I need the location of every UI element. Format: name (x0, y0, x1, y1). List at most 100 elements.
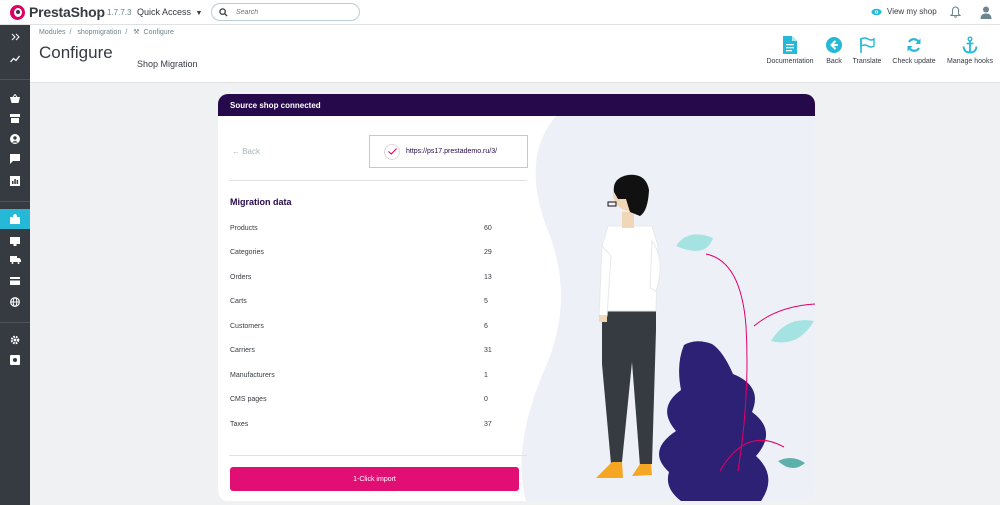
anchor-icon (962, 36, 978, 54)
stats-icon (10, 176, 20, 186)
migration-row-label: Manufacturers (230, 372, 275, 379)
one-click-import-button[interactable]: 1-Click import (230, 467, 519, 491)
globe-icon (10, 297, 20, 307)
breadcrumb-item[interactable]: shopmigration (77, 29, 121, 36)
migration-row-label: Taxes (230, 421, 249, 428)
shipping-icon (9, 256, 21, 264)
migration-row-label: Carriers (230, 347, 255, 354)
migration-card: Source shop connected ← Back https://ps1… (218, 94, 815, 501)
migration-row-value: 37 (484, 421, 492, 428)
divider (229, 455, 527, 456)
migration-row-value: 6 (484, 323, 488, 330)
divider (229, 180, 527, 181)
documentation-label: Documentation (766, 58, 814, 65)
wrench-icon: ⚒ (133, 29, 140, 36)
back-label: Back (826, 58, 842, 65)
person-illustration (521, 116, 815, 501)
sidebar-item-payment[interactable] (0, 271, 30, 291)
source-shop-url-box: https://ps17.prestademo.ru/3/ (369, 135, 528, 168)
brand-name: PrestaShop (29, 4, 105, 20)
collapse-icon (11, 33, 20, 41)
eye-icon (871, 8, 882, 15)
sidebar-item-international[interactable] (0, 292, 30, 312)
sidebar-item-stats[interactable] (0, 171, 30, 191)
sidebar-item-modules[interactable] (0, 209, 30, 229)
check-circle-icon (384, 143, 400, 160)
manage-hooks-label: Manage hooks (947, 58, 993, 65)
orders-icon (10, 93, 20, 103)
check-update-button[interactable]: Check update (890, 36, 938, 65)
sidebar-divider (0, 201, 30, 202)
caret-down-icon: ▼ (195, 10, 203, 17)
back-button[interactable]: Back (823, 36, 845, 65)
quick-access-label: Quick Access (137, 7, 192, 17)
migration-row-label: Orders (230, 274, 252, 281)
document-icon (783, 36, 797, 54)
sidebar-item-customers[interactable] (0, 129, 30, 149)
modules-icon (10, 214, 20, 224)
card-header: Source shop connected (218, 94, 815, 116)
view-my-shop-label: View my shop (887, 7, 937, 16)
manage-hooks-button[interactable]: Manage hooks (944, 36, 996, 65)
migration-row-value: 29 (484, 249, 492, 256)
bell-icon[interactable] (950, 6, 961, 18)
gear-icon (10, 335, 20, 345)
sidebar-item-advanced[interactable] (0, 350, 30, 370)
catalog-icon (10, 113, 20, 123)
sidebar-item-messages[interactable] (0, 149, 30, 169)
sidebar-item-design[interactable] (0, 231, 30, 251)
flag-icon (860, 37, 875, 53)
translate-button[interactable]: Translate (850, 36, 884, 65)
refresh-icon (907, 38, 921, 52)
migration-row-value: 5 (484, 298, 488, 305)
sidebar-item-settings[interactable] (0, 330, 30, 350)
migration-row-value: 1 (484, 372, 488, 379)
top-bar: PrestaShop 1.7.7.3 Quick Access ▼ View m… (0, 0, 1000, 25)
view-my-shop-link[interactable]: View my shop (871, 7, 937, 16)
migration-row-value: 0 (484, 396, 488, 403)
dashboard-icon (10, 55, 20, 63)
migration-row-label: CMS pages (230, 396, 267, 403)
sidebar-divider (0, 79, 30, 80)
sidebar (0, 25, 30, 505)
sidebar-item-orders[interactable] (0, 88, 30, 108)
search-input[interactable] (236, 8, 346, 16)
back-link[interactable]: ← Back (232, 147, 260, 156)
sidebar-divider (0, 322, 30, 323)
page-title: Configure (39, 43, 113, 62)
design-icon (10, 236, 20, 246)
prestashop-logo[interactable]: PrestaShop (10, 4, 105, 20)
user-icon[interactable] (979, 5, 993, 19)
arrow-left-circle-icon (826, 37, 842, 53)
breadcrumb-item: Configure (143, 29, 174, 36)
search-icon (219, 7, 228, 17)
search-box[interactable] (211, 3, 360, 21)
breadcrumb: Modules / shopmigration / ⚒ Configure (39, 29, 174, 36)
documentation-button[interactable]: Documentation (763, 36, 817, 65)
sidebar-item-dashboard[interactable] (0, 49, 30, 69)
migration-data-title: Migration data (230, 197, 292, 207)
payment-icon (10, 277, 20, 285)
migration-row-label: Customers (230, 323, 264, 330)
migration-row-value: 60 (484, 225, 492, 232)
source-shop-url: https://ps17.prestademo.ru/3/ (406, 148, 498, 155)
migration-row-label: Products (230, 225, 258, 232)
page-subtitle: Shop Migration (137, 59, 198, 69)
version-label: 1.7.7.3 (107, 8, 132, 17)
migration-row-label: Carts (230, 298, 247, 305)
collapse-menu-button[interactable] (0, 27, 30, 47)
advanced-settings-icon (10, 355, 20, 365)
quick-access-dropdown[interactable]: Quick Access ▼ (137, 7, 202, 17)
puffin-logo-icon (10, 4, 25, 20)
translate-label: Translate (852, 58, 882, 65)
breadcrumb-item[interactable]: Modules (39, 29, 65, 36)
sidebar-item-catalog[interactable] (0, 108, 30, 128)
page-header: Modules / shopmigration / ⚒ Configure Confi… (30, 25, 1000, 83)
sidebar-item-shipping[interactable] (0, 250, 30, 270)
messages-icon (10, 154, 20, 164)
customers-icon (10, 134, 20, 144)
check-update-label: Check update (892, 58, 936, 65)
migration-row-value: 31 (484, 347, 492, 354)
migration-row-value: 13 (484, 274, 492, 281)
migration-row-label: Categories (230, 249, 264, 256)
